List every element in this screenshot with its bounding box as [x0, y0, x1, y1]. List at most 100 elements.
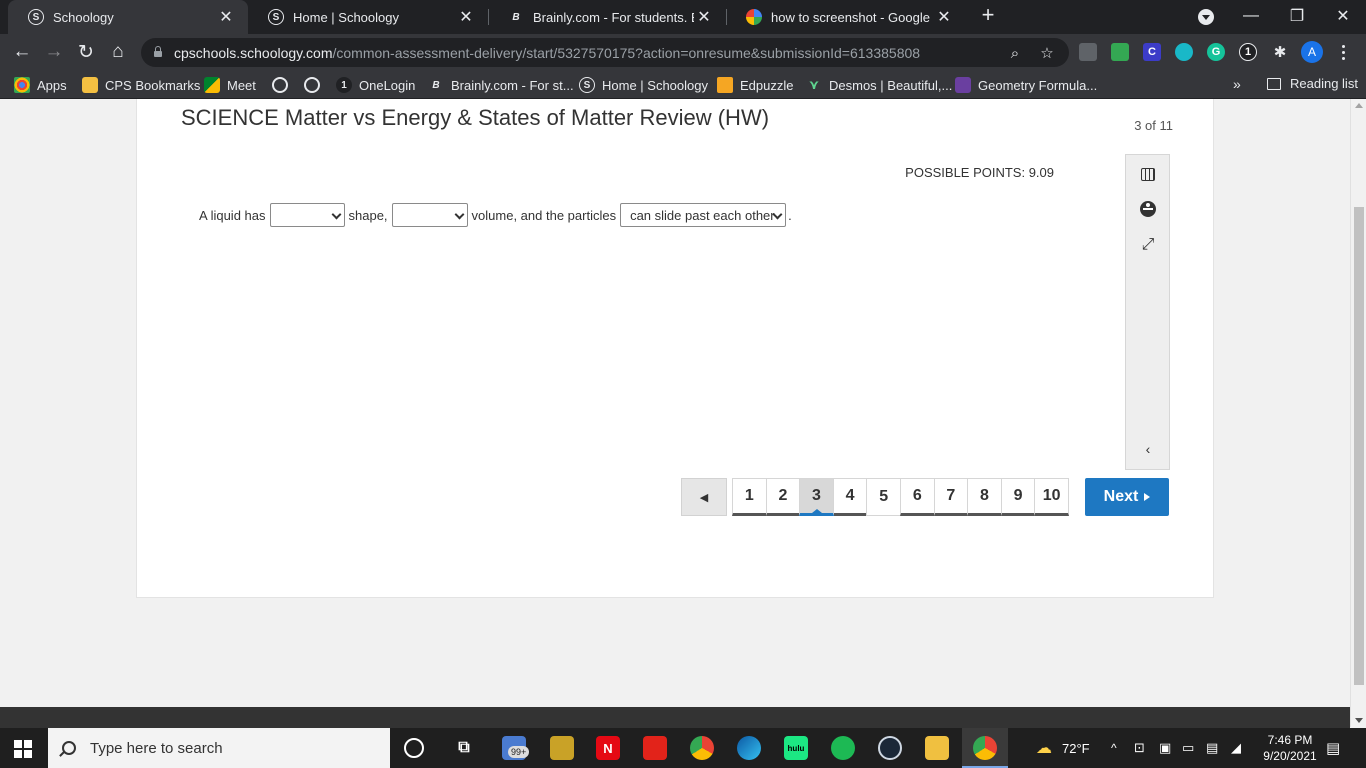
bookmark-geometry[interactable]: Geometry Formula... [955, 76, 1097, 94]
extension-c-icon[interactable]: C [1143, 43, 1161, 61]
close-tab-icon[interactable]: ✕ [934, 7, 954, 27]
previous-question-button[interactable]: ◀ [681, 478, 727, 516]
file-explorer-icon[interactable] [925, 736, 949, 760]
tray-meet-icon[interactable]: ⊡ [1134, 728, 1145, 768]
bookmark-brainly[interactable]: B Brainly.com - For st... [428, 76, 573, 94]
page-button-7[interactable]: 7 [933, 478, 969, 516]
reload-icon[interactable]: ↻ [74, 40, 98, 64]
assessment-card: SCIENCE Matter vs Energy & States of Mat… [136, 99, 1214, 598]
bookmark-apps[interactable]: Apps [14, 76, 67, 94]
extension-cast-icon[interactable] [1079, 43, 1097, 61]
shape-dropdown[interactable] [269, 203, 345, 227]
zoom-icon[interactable]: ⌕ [1005, 43, 1025, 63]
page-button-10[interactable]: 10 [1034, 478, 1069, 516]
extensions-puzzle-icon[interactable]: ✱ [1271, 43, 1289, 61]
spotify-icon[interactable] [831, 736, 855, 760]
wifi-icon[interactable]: ◢ [1231, 728, 1241, 768]
notifications-icon[interactable]: ▤ [1326, 728, 1340, 768]
close-tab-icon[interactable]: ✕ [216, 7, 236, 27]
close-tab-icon[interactable]: ✕ [694, 7, 714, 27]
question-part-2: shape, [348, 207, 388, 223]
chrome-menu-icon[interactable] [1333, 40, 1353, 64]
tray-camera-icon[interactable]: ▣ [1159, 728, 1171, 768]
lock-icon[interactable] [154, 46, 162, 57]
page-button-8[interactable]: 8 [967, 478, 1002, 516]
bookmark-cps-bookmarks[interactable]: CPS Bookmarks [82, 76, 200, 94]
bookmark-star-icon[interactable]: ☆ [1037, 43, 1057, 63]
taskbar-search-box[interactable]: Type here to search [48, 728, 390, 768]
fullscreen-icon[interactable]: ⤢ [1138, 235, 1158, 255]
page-button-6[interactable]: 6 [899, 478, 935, 516]
edge-icon[interactable] [737, 736, 761, 760]
page-button-5[interactable]: 5 [866, 478, 901, 516]
extension-1password-icon[interactable]: 1 [1239, 43, 1257, 61]
roblox-icon[interactable] [643, 736, 667, 760]
bookmarks-bar: Apps CPS Bookmarks Meet 1 OneLogin B Bra… [0, 71, 1366, 99]
page-button-1[interactable]: 1 [732, 478, 767, 516]
page-button-2[interactable]: 2 [765, 478, 801, 516]
taskbar-search-placeholder: Type here to search [90, 739, 223, 757]
particles-dropdown[interactable]: can slide past each other [620, 203, 787, 227]
tab-schoology[interactable]: S Schoology ✕ [8, 0, 248, 34]
mail-badge: 99+ [508, 746, 530, 758]
bookmark-globe-2[interactable] [304, 76, 327, 94]
address-bar[interactable]: cpschools.schoology.com/common-assessmen… [141, 38, 1069, 67]
minimize-icon[interactable]: — [1228, 0, 1274, 32]
page-button-4[interactable]: 4 [832, 478, 868, 516]
tab-home-schoology[interactable]: S Home | Schoology ✕ [248, 0, 488, 34]
bookmark-edpuzzle[interactable]: Edpuzzle [717, 76, 793, 94]
next-button-label: Next [1103, 488, 1139, 505]
cortana-icon[interactable] [404, 738, 424, 758]
bookmarks-overflow-icon[interactable]: » [1233, 76, 1241, 92]
url-text[interactable]: cpschools.schoology.com/common-assessmen… [174, 45, 920, 61]
scroll-thumb[interactable] [1354, 207, 1364, 685]
bookmark-desmos[interactable]: ⋎ Desmos | Beautiful,... [806, 76, 953, 94]
bookmark-home-schoology[interactable]: S Home | Schoology [579, 76, 708, 94]
taskbar-clock[interactable]: 7:46 PM 9/20/2021 [1260, 732, 1320, 764]
bookmark-meet[interactable]: Meet [204, 76, 256, 94]
task-view-icon[interactable]: ⧉ [452, 736, 476, 760]
scroll-down-arrow-icon[interactable] [1355, 718, 1363, 723]
page-button-9[interactable]: 9 [1000, 478, 1036, 516]
chrome-taskbar-icon[interactable] [690, 736, 714, 760]
netflix-icon[interactable]: N [596, 736, 620, 760]
tab-brainly[interactable]: B Brainly.com - For students. By stu ✕ [488, 0, 726, 34]
chrome-profile-taskbar-icon[interactable] [973, 736, 997, 760]
calculator-icon[interactable] [1138, 164, 1158, 184]
collapse-chevron-left-icon[interactable]: ‹ [1138, 439, 1158, 459]
volume-dropdown[interactable] [391, 203, 468, 227]
globe-icon [272, 77, 288, 93]
tab-title: how to screenshot - Google Sear [771, 9, 934, 25]
tray-overflow-icon[interactable]: ^ [1111, 728, 1117, 768]
new-tab-plus-icon[interactable]: + [976, 4, 1000, 28]
apps-grid-icon [14, 77, 30, 93]
tray-app-icon[interactable]: ▤ [1206, 728, 1218, 768]
extension-grammarly-icon[interactable]: G [1207, 43, 1225, 61]
edpuzzle-icon [717, 77, 733, 93]
reading-list-button[interactable]: Reading list [1267, 76, 1358, 91]
extension-shield-icon[interactable] [1175, 43, 1193, 61]
profile-avatar[interactable]: A [1301, 41, 1323, 63]
windows-start-icon[interactable] [14, 740, 32, 758]
accessibility-icon[interactable] [1138, 199, 1158, 219]
bookmark-onelogin[interactable]: 1 OneLogin [336, 76, 415, 94]
forward-arrow-icon[interactable]: → [42, 40, 66, 64]
restore-icon[interactable]: ❐ [1274, 0, 1320, 32]
bookmark-globe-1[interactable] [272, 76, 295, 94]
scroll-up-arrow-icon[interactable] [1355, 103, 1363, 108]
page-scrollbar[interactable] [1350, 99, 1366, 727]
tab-google-search[interactable]: how to screenshot - Google Sear ✕ [726, 0, 966, 34]
store-icon[interactable] [550, 736, 574, 760]
window-close-icon[interactable]: ✕ [1320, 0, 1366, 32]
battery-icon[interactable]: ▭ [1182, 728, 1194, 768]
close-tab-icon[interactable]: ✕ [456, 7, 476, 27]
weather-widget[interactable]: ☁ 72°F [1036, 728, 1090, 768]
page-button-3[interactable]: 3 [799, 478, 834, 516]
back-arrow-icon[interactable]: ← [10, 40, 34, 64]
tab-search-icon[interactable] [1198, 9, 1214, 25]
extension-classroom-icon[interactable] [1111, 43, 1129, 61]
hulu-icon[interactable]: hulu [784, 736, 808, 760]
steam-icon[interactable] [878, 736, 902, 760]
next-button[interactable]: Next [1085, 478, 1169, 516]
home-icon[interactable]: ⌂ [106, 40, 130, 64]
